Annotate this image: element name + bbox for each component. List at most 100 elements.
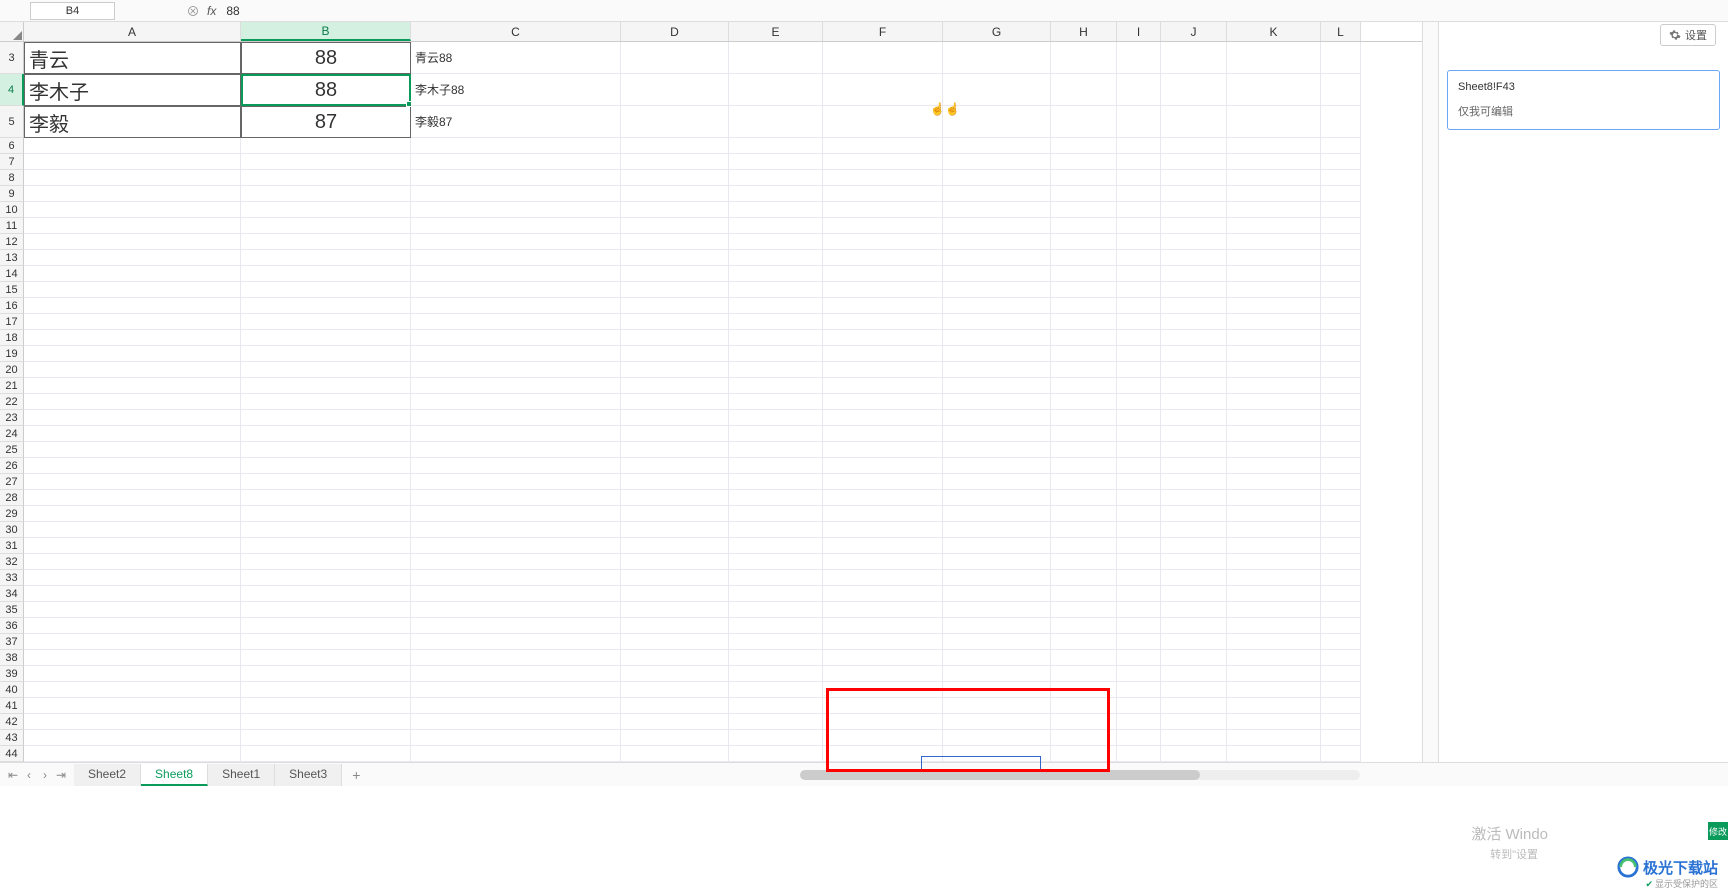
cell[interactable] bbox=[1227, 234, 1321, 250]
cell[interactable] bbox=[241, 522, 411, 538]
cell[interactable] bbox=[823, 202, 943, 218]
cell[interactable] bbox=[1321, 682, 1361, 698]
cell[interactable] bbox=[621, 570, 729, 586]
cell[interactable] bbox=[1161, 138, 1227, 154]
cell[interactable] bbox=[729, 522, 823, 538]
cell[interactable] bbox=[729, 650, 823, 666]
cell[interactable] bbox=[24, 650, 241, 666]
cell[interactable] bbox=[823, 410, 943, 426]
cell[interactable] bbox=[241, 602, 411, 618]
cell[interactable] bbox=[621, 490, 729, 506]
cell[interactable] bbox=[943, 442, 1051, 458]
row-header[interactable]: 33 bbox=[0, 570, 24, 586]
cell[interactable] bbox=[411, 234, 621, 250]
cell[interactable] bbox=[729, 714, 823, 730]
column-header-K[interactable]: K bbox=[1227, 22, 1321, 41]
cell[interactable] bbox=[24, 282, 241, 298]
tab-first-icon[interactable]: ⇤ bbox=[6, 768, 20, 782]
cell[interactable] bbox=[823, 250, 943, 266]
cell[interactable] bbox=[1161, 314, 1227, 330]
cell[interactable] bbox=[621, 202, 729, 218]
cell[interactable] bbox=[1227, 474, 1321, 490]
cell[interactable] bbox=[1117, 618, 1161, 634]
cell[interactable] bbox=[1321, 474, 1361, 490]
cell[interactable] bbox=[1051, 250, 1117, 266]
cell[interactable] bbox=[729, 682, 823, 698]
cell[interactable] bbox=[1321, 458, 1361, 474]
cell[interactable] bbox=[823, 458, 943, 474]
cell[interactable] bbox=[1321, 378, 1361, 394]
fx-label[interactable]: fx bbox=[207, 4, 216, 18]
cell[interactable] bbox=[1051, 106, 1117, 138]
cell[interactable] bbox=[1161, 490, 1227, 506]
sheet-tab-Sheet1[interactable]: Sheet1 bbox=[208, 764, 275, 786]
cell[interactable] bbox=[241, 394, 411, 410]
cell[interactable] bbox=[24, 314, 241, 330]
cell[interactable] bbox=[729, 602, 823, 618]
cell[interactable] bbox=[823, 426, 943, 442]
cell[interactable] bbox=[1051, 586, 1117, 602]
cell[interactable] bbox=[729, 458, 823, 474]
cell[interactable] bbox=[729, 266, 823, 282]
cell[interactable] bbox=[411, 506, 621, 522]
cell[interactable] bbox=[823, 602, 943, 618]
tab-last-icon[interactable]: ⇥ bbox=[54, 768, 68, 782]
cell[interactable] bbox=[1227, 154, 1321, 170]
cell[interactable] bbox=[943, 730, 1051, 746]
cell[interactable] bbox=[24, 410, 241, 426]
cell[interactable] bbox=[621, 234, 729, 250]
cell[interactable] bbox=[1227, 42, 1321, 74]
cell[interactable] bbox=[1321, 618, 1361, 634]
row-header[interactable]: 31 bbox=[0, 538, 24, 554]
cell[interactable] bbox=[1051, 538, 1117, 554]
cell[interactable] bbox=[621, 218, 729, 234]
row-header[interactable]: 37 bbox=[0, 634, 24, 650]
row-header[interactable]: 20 bbox=[0, 362, 24, 378]
cell[interactable] bbox=[1051, 410, 1117, 426]
cell[interactable] bbox=[943, 346, 1051, 362]
cell[interactable] bbox=[621, 106, 729, 138]
cell[interactable] bbox=[24, 298, 241, 314]
cell[interactable] bbox=[1161, 570, 1227, 586]
protection-info-card[interactable]: Sheet8!F43 仅我可编辑 bbox=[1447, 70, 1720, 130]
row-header[interactable]: 6 bbox=[0, 138, 24, 154]
select-all-corner[interactable] bbox=[0, 22, 24, 41]
cell[interactable] bbox=[411, 426, 621, 442]
cell[interactable] bbox=[823, 186, 943, 202]
cell[interactable] bbox=[621, 346, 729, 362]
sheet-tab-Sheet2[interactable]: Sheet2 bbox=[74, 764, 141, 786]
row-header[interactable]: 26 bbox=[0, 458, 24, 474]
cell[interactable] bbox=[729, 106, 823, 138]
cell[interactable] bbox=[1227, 298, 1321, 314]
row-header[interactable]: 8 bbox=[0, 170, 24, 186]
cell[interactable] bbox=[1227, 618, 1321, 634]
cell[interactable] bbox=[1321, 266, 1361, 282]
cell[interactable] bbox=[241, 490, 411, 506]
cell[interactable] bbox=[1051, 602, 1117, 618]
cell[interactable] bbox=[621, 410, 729, 426]
cell[interactable] bbox=[1321, 538, 1361, 554]
cell[interactable] bbox=[823, 746, 943, 762]
cell[interactable] bbox=[411, 314, 621, 330]
cell[interactable] bbox=[1051, 42, 1117, 74]
cell[interactable] bbox=[943, 554, 1051, 570]
cell[interactable] bbox=[24, 266, 241, 282]
cell[interactable] bbox=[241, 586, 411, 602]
cell[interactable] bbox=[943, 314, 1051, 330]
cell[interactable] bbox=[1117, 186, 1161, 202]
cell[interactable] bbox=[1051, 474, 1117, 490]
cell[interactable] bbox=[241, 538, 411, 554]
tab-next-icon[interactable]: › bbox=[38, 768, 52, 782]
cell[interactable] bbox=[729, 618, 823, 634]
cell[interactable] bbox=[729, 154, 823, 170]
cell[interactable] bbox=[411, 618, 621, 634]
cell[interactable] bbox=[1051, 74, 1117, 106]
cell[interactable] bbox=[729, 666, 823, 682]
cell[interactable] bbox=[1117, 506, 1161, 522]
cell[interactable] bbox=[621, 458, 729, 474]
cell[interactable] bbox=[1227, 602, 1321, 618]
cell[interactable] bbox=[943, 634, 1051, 650]
cell[interactable] bbox=[1051, 666, 1117, 682]
cell[interactable] bbox=[621, 602, 729, 618]
cell[interactable] bbox=[1161, 266, 1227, 282]
